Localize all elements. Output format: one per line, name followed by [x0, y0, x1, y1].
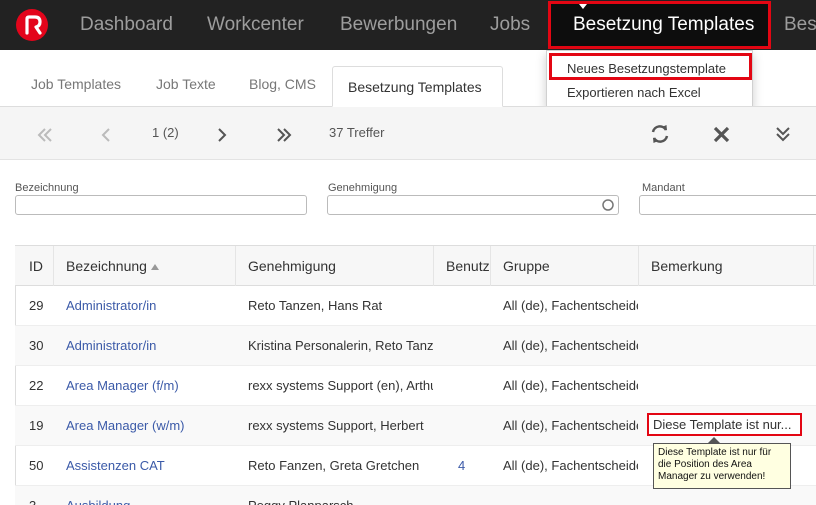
- header-bemerkung[interactable]: Bemerkung: [651, 246, 811, 286]
- header-genehmigung[interactable]: Genehmigung: [248, 246, 438, 286]
- nav-overflow-item[interactable]: Bese: [784, 0, 816, 50]
- cell-bezeichnung-link[interactable]: Administrator/in: [66, 326, 246, 366]
- header-bezeichnung-label: Bezeichnung: [66, 258, 147, 274]
- header-gruppe[interactable]: Gruppe: [503, 246, 638, 286]
- remark-cell-highlighted[interactable]: Diese Template ist nur...: [647, 413, 802, 436]
- hit-count: 37 Treffer: [329, 125, 385, 140]
- column-divider: [433, 246, 434, 286]
- table-row[interactable]: 30 Administrator/in Kristina Personaleri…: [15, 326, 816, 366]
- sort-ascending-icon: [150, 264, 159, 271]
- tab-blog-cms[interactable]: Blog, CMS: [249, 76, 316, 92]
- cell-genehmigung: Peggy Planparsch: [248, 486, 433, 505]
- cell-genehmigung: Reto Fanzen, Greta Gretchen: [248, 458, 420, 473]
- caret-down-icon: [579, 4, 587, 9]
- column-divider: [53, 246, 54, 286]
- cell-benutzer[interactable]: [458, 326, 488, 366]
- column-divider: [235, 246, 236, 286]
- tab-active-label: Besetzung Templates: [348, 79, 482, 95]
- filter-mandant-input[interactable]: [639, 195, 816, 215]
- expand-filters-icon[interactable]: [775, 126, 791, 142]
- cell-benutzer[interactable]: [458, 406, 488, 446]
- nav-besetzung-templates[interactable]: Besetzung Templates: [548, 1, 771, 49]
- cell-bezeichnung-link[interactable]: Ausbildung: [66, 486, 246, 505]
- page-indicator: 1 (2): [152, 125, 179, 140]
- cell-bezeichnung-link[interactable]: Administrator/in: [66, 286, 246, 326]
- filter-bezeichnung-input[interactable]: [15, 195, 307, 215]
- nav-workcenter[interactable]: Workcenter: [207, 0, 304, 50]
- column-divider: [813, 246, 814, 286]
- table-row[interactable]: 29 Administrator/in Reto Tanzen, Hans Ra…: [15, 286, 816, 326]
- header-id[interactable]: ID: [29, 246, 59, 286]
- cell-id: 29: [29, 298, 44, 313]
- cell-gruppe: All (de), Fachentscheider: [503, 338, 638, 353]
- next-page-icon[interactable]: [216, 127, 228, 143]
- filter-label-genehmigung: Genehmigung: [328, 182, 398, 194]
- cell-bezeichnung-link[interactable]: Assistenzen CAT: [66, 446, 246, 486]
- cell-benutzer[interactable]: [458, 366, 488, 406]
- menu-item-export-excel[interactable]: Exportieren nach Excel: [567, 85, 701, 100]
- refresh-icon[interactable]: [649, 124, 671, 144]
- table-row[interactable]: 22 Area Manager (f/m) rexx systems Suppo…: [15, 366, 816, 406]
- cell-id: 22: [29, 378, 44, 393]
- top-navbar: Dashboard Workcenter Bewerbungen Jobs Be…: [0, 0, 816, 50]
- cell-id: 3: [29, 486, 59, 505]
- cell-id: 19: [29, 418, 44, 433]
- cell-genehmigung: Kristina Personalerin, Reto Tanzen: [248, 338, 433, 353]
- last-page-icon[interactable]: [276, 127, 292, 143]
- nav-dashboard[interactable]: Dashboard: [80, 0, 173, 50]
- lookup-circle-icon[interactable]: [602, 199, 614, 211]
- besetzung-dropdown-menu: Neues Besetzungstemplate Exportieren nac…: [546, 50, 753, 108]
- cell-benutzer[interactable]: 4: [458, 446, 488, 486]
- table-header: ID Bezeichnung Genehmigung Benutzer Grup…: [15, 246, 816, 286]
- filter-label-bezeichnung: Bezeichnung: [15, 182, 79, 194]
- prev-page-icon[interactable]: [100, 127, 112, 143]
- rexx-logo[interactable]: [16, 9, 48, 41]
- tab-job-templates[interactable]: Job Templates: [31, 76, 121, 92]
- cell-genehmigung: rexx systems Support, Herbert: [248, 418, 424, 433]
- cell-benutzer[interactable]: [458, 486, 488, 505]
- cell-gruppe: All (de), Fachentscheider: [503, 418, 638, 433]
- cell-gruppe: All (de), Fachentscheiden: [503, 458, 638, 473]
- menu-item-new-template[interactable]: Neues Besetzungstemplate: [567, 61, 726, 76]
- clear-filter-icon[interactable]: [713, 126, 730, 143]
- cell-genehmigung: Reto Tanzen, Hans Rat: [248, 298, 383, 313]
- cell-id: 30: [29, 338, 44, 353]
- cell-genehmigung: rexx systems Support (en), Arthur: [248, 378, 433, 393]
- first-page-icon[interactable]: [37, 127, 53, 143]
- column-divider: [638, 246, 639, 286]
- nav-jobs[interactable]: Jobs: [490, 0, 530, 50]
- tab-besetzung-templates[interactable]: Besetzung Templates: [332, 66, 503, 107]
- nav-active-label: Besetzung Templates: [573, 14, 755, 35]
- cell-bezeichnung-link[interactable]: Area Manager (w/m): [66, 406, 246, 446]
- cell-id: 50: [29, 458, 44, 473]
- header-benutzer[interactable]: Benutzer: [446, 246, 489, 286]
- filter-label-mandant: Mandant: [642, 182, 685, 194]
- cell-gruppe: All (de), Fachentscheider: [503, 298, 638, 313]
- tab-job-texte[interactable]: Job Texte: [156, 76, 216, 92]
- pagination-toolbar: [0, 107, 816, 160]
- header-bezeichnung[interactable]: Bezeichnung: [66, 246, 246, 286]
- cell-gruppe: [503, 486, 638, 505]
- column-divider: [490, 246, 491, 286]
- cell-benutzer[interactable]: [458, 286, 488, 326]
- nav-bewerbungen[interactable]: Bewerbungen: [340, 0, 457, 50]
- cell-bezeichnung-link[interactable]: Area Manager (f/m): [66, 366, 246, 406]
- remark-tooltip: Diese Template ist nur für die Position …: [653, 443, 791, 489]
- cell-gruppe: All (de), Fachentscheider: [503, 378, 638, 393]
- filter-genehmigung-input[interactable]: [327, 195, 619, 215]
